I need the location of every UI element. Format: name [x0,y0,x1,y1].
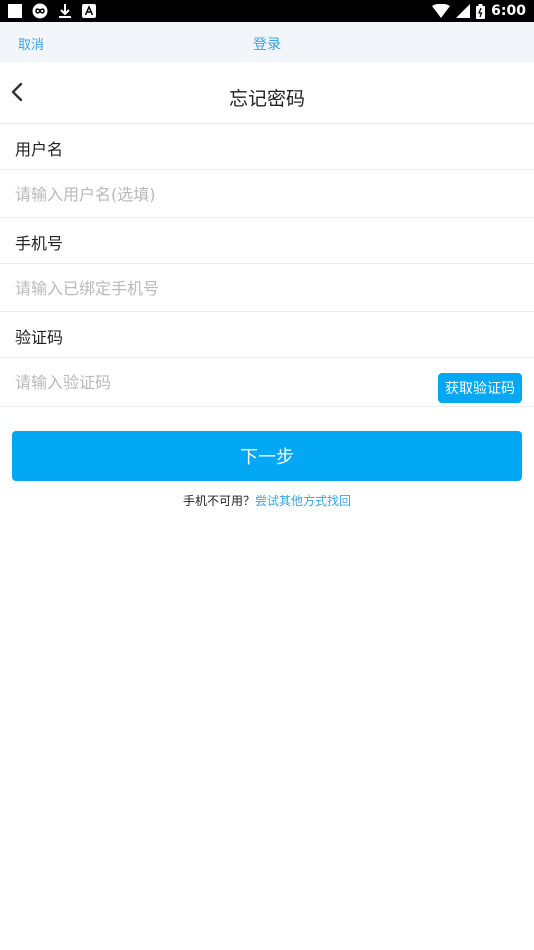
top-bar: 取消 登录 [0,22,534,62]
phone-input[interactable] [15,277,415,299]
page-title: 忘记密码 [228,88,305,110]
code-label-row: 验证码 [0,312,534,358]
phone-label-row: 手机号 [0,218,534,264]
phone-label: 手机号 [15,234,64,253]
username-label: 用户名 [15,140,64,159]
battery-icon [476,3,486,19]
username-label-row: 用户名 [0,124,534,170]
phone-input-row [0,264,534,312]
signal-icon [456,4,471,18]
a-icon [82,4,96,18]
next-button[interactable]: 下一步 [12,431,522,481]
infinity-icon [32,3,48,19]
title-bar: 忘记密码 [0,62,534,124]
get-code-button[interactable]: 获取验证码 [438,373,522,403]
square-icon [8,4,22,18]
status-icons-left [0,3,96,19]
status-icons-right: 6:00 [432,3,534,19]
status-time: 6:00 [491,3,526,19]
login-link-wrapper: 登录 [0,34,534,54]
wifi-icon [432,4,451,18]
login-link[interactable]: 登录 [253,37,281,53]
username-input-row [0,170,534,218]
code-label: 验证码 [15,328,64,347]
alt-recovery: 手机不可用？尝试其他方式找回 [0,492,534,509]
status-bar: 6:00 [0,0,534,22]
username-input[interactable] [15,183,415,205]
alt-recovery-link[interactable]: 尝试其他方式找回 [255,494,351,508]
cancel-button[interactable]: 取消 [18,34,44,53]
download-icon [58,3,72,19]
code-input[interactable] [15,371,415,393]
alt-recovery-prefix: 手机不可用？ [182,494,255,508]
